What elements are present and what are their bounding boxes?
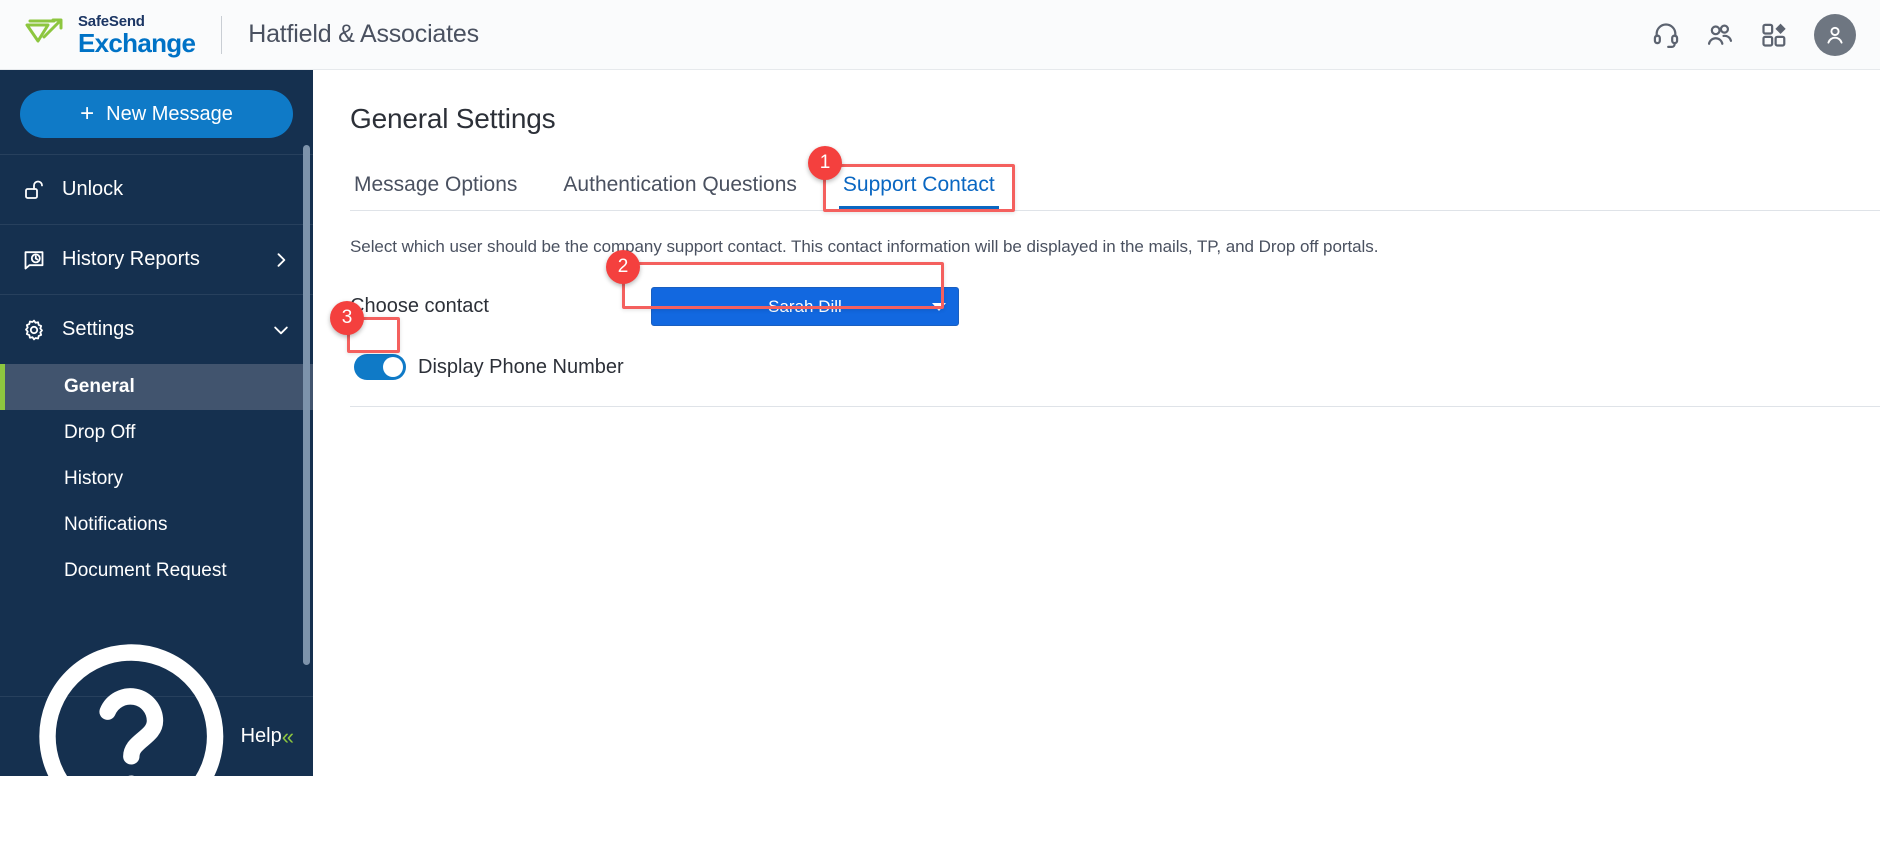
firm-name: Hatfield & Associates	[248, 20, 479, 49]
display-phone-row: Display Phone Number	[354, 354, 1880, 380]
tab-authentication-questions[interactable]: Authentication Questions	[559, 165, 800, 210]
gear-icon	[22, 318, 46, 342]
chevron-right-icon	[271, 250, 291, 270]
brand-divider	[221, 16, 222, 54]
sidebar-item-history-reports[interactable]: History Reports	[0, 224, 313, 294]
sidebar-subitem-label-notifications: Notifications	[64, 514, 168, 536]
choose-contact-value: Sarah Dill	[768, 297, 842, 317]
logo-safesend-text: SafeSend	[78, 14, 195, 29]
brand-logo[interactable]: SafeSend Exchange	[24, 14, 195, 56]
history-report-icon	[22, 248, 46, 272]
topbar-actions	[1652, 14, 1856, 56]
sidebar-item-label-unlock: Unlock	[62, 178, 123, 201]
sidebar-subitem-label-history: History	[64, 468, 123, 490]
sidebar-item-label-history-reports: History Reports	[62, 248, 200, 271]
new-message-label: New Message	[106, 103, 233, 126]
sidebar-item-document-request[interactable]: Document Request	[0, 548, 313, 594]
choose-contact-label: Choose contact	[350, 295, 489, 318]
section-description: Select which user should be the company …	[350, 237, 1880, 257]
sidebar: + New Message Unlock History Reports	[0, 70, 313, 776]
avatar-person-glyph	[1823, 23, 1847, 47]
sidebar-item-drop-off[interactable]: Drop Off	[0, 410, 313, 456]
choose-contact-row: Choose contact Sarah Dill	[350, 287, 1880, 326]
sidebar-subitem-label-document-request: Document Request	[64, 560, 227, 582]
plus-icon: +	[80, 102, 94, 126]
logo-exchange-text: Exchange	[78, 30, 195, 56]
apps-grid-icon[interactable]	[1760, 21, 1788, 49]
top-bar: SafeSend Exchange Hatfield & Associates	[0, 0, 1880, 70]
sidebar-footer: Help «	[0, 696, 313, 776]
user-avatar-icon[interactable]	[1814, 14, 1856, 56]
main-content: General Settings Message Options Authent…	[313, 70, 1880, 776]
choose-contact-dropdown[interactable]: Sarah Dill	[651, 287, 959, 326]
question-circle-icon[interactable]	[22, 627, 241, 846]
sidebar-item-settings[interactable]: Settings	[0, 294, 313, 364]
help-label[interactable]: Help	[241, 725, 282, 748]
sidebar-subitem-label-general: General	[64, 376, 135, 398]
users-icon[interactable]	[1706, 21, 1734, 49]
sidebar-item-general[interactable]: General	[0, 364, 313, 410]
chevron-down-icon	[271, 320, 291, 340]
sidebar-item-unlock[interactable]: Unlock	[0, 154, 313, 224]
tab-message-options[interactable]: Message Options	[350, 165, 521, 210]
display-phone-toggle[interactable]	[354, 354, 406, 380]
headset-support-icon[interactable]	[1652, 21, 1680, 49]
sidebar-item-notifications[interactable]: Notifications	[0, 502, 313, 548]
section-divider	[350, 406, 1880, 407]
chevron-down-icon	[932, 303, 946, 311]
sidebar-item-label-settings: Settings	[62, 318, 134, 341]
logo-wordmark: SafeSend Exchange	[78, 14, 195, 56]
sidebar-subitem-label-drop-off: Drop Off	[64, 422, 135, 444]
new-message-button[interactable]: + New Message	[20, 90, 293, 138]
unlock-padlock-icon	[22, 178, 46, 202]
chevron-double-left-icon[interactable]: «	[282, 724, 291, 750]
display-phone-label: Display Phone Number	[418, 356, 624, 379]
toggle-knob	[383, 357, 403, 377]
sidebar-scrollbar[interactable]	[303, 145, 310, 665]
tab-support-contact[interactable]: Support Contact	[839, 165, 999, 210]
safesend-envelope-arrow-icon	[24, 15, 70, 55]
page-title: General Settings	[350, 103, 1880, 135]
settings-tabs: Message Options Authentication Questions…	[350, 165, 1880, 211]
sidebar-item-history[interactable]: History	[0, 456, 313, 502]
